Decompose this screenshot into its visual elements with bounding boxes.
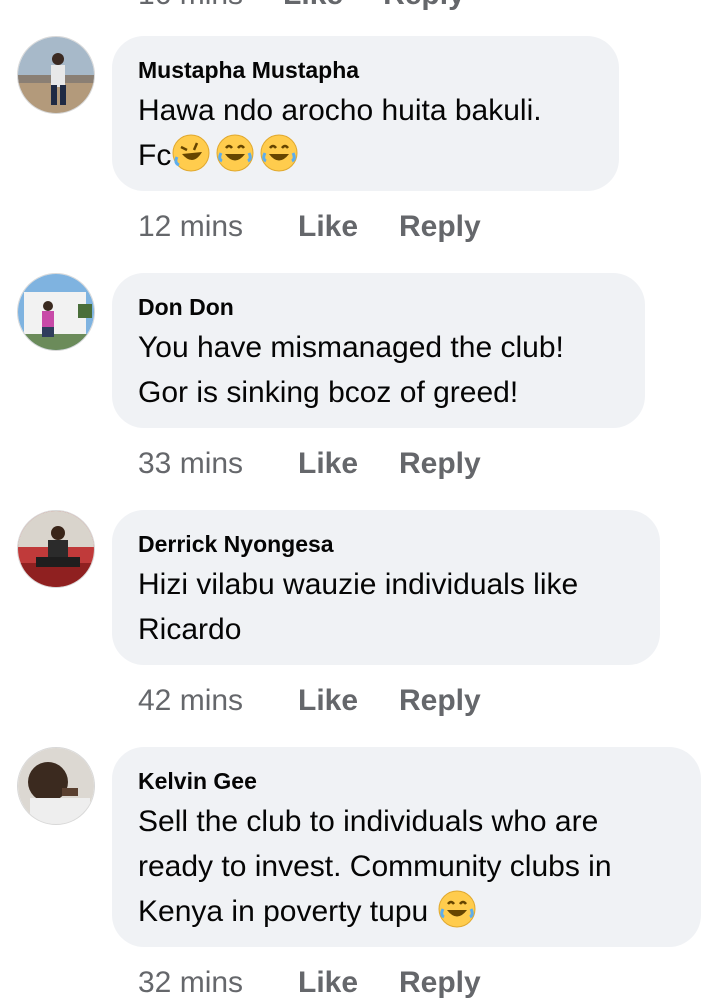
comment-text: Sell the club to individuals who are rea… [138,799,675,934]
like-button[interactable]: Like [298,447,399,481]
avatar[interactable] [17,747,95,825]
comment-text-line: Sell the club to individuals who are [138,805,599,838]
comment-text-line: Hawa ndo arocho huita bakuli. [138,94,542,127]
like-button[interactable]: Like [298,684,399,718]
comment-bubble: Mustapha Mustapha Hawa ndo arocho huita … [112,36,619,191]
tears-of-joy-emoji [438,890,476,928]
comment-text-line: Hizi vilabu wauzie individuals like [138,568,579,601]
avatar-photo [18,748,94,824]
comment-text: You have mismanaged the club! Gor is sin… [138,325,619,415]
avatar-photo [18,37,94,113]
like-button[interactable]: Like [283,0,343,11]
reply-button[interactable]: Reply [383,0,465,11]
tears-of-joy-emoji [216,134,254,172]
comment-text: Hizi vilabu wauzie individuals like Rica… [138,562,634,652]
tears-of-joy-emoji [260,134,298,172]
like-button[interactable]: Like [298,966,399,1000]
avatar[interactable] [17,36,95,114]
comment-author[interactable]: Derrick Nyongesa [138,530,634,558]
comment-time[interactable]: 33 mins [138,447,298,481]
reply-button[interactable]: Reply [399,966,481,1000]
comment-actions: 12 mins Like Reply [138,207,481,247]
comment-time[interactable]: 12 mins [138,210,298,244]
reply-button[interactable]: Reply [399,684,481,718]
reply-button[interactable]: Reply [399,210,481,244]
comment-time: 16 mins [138,0,243,11]
comment-text-line: You have mismanaged the club! [138,331,564,364]
reply-button[interactable]: Reply [399,447,481,481]
comment-time[interactable]: 32 mins [138,966,298,1000]
previous-comment-actions: 16 mins Like Reply [138,0,465,11]
comment-bubble: Don Don You have mismanaged the club! Go… [112,273,645,428]
comment-author[interactable]: Kelvin Gee [138,767,675,795]
comment-bubble: Derrick Nyongesa Hizi vilabu wauzie indi… [112,510,660,665]
avatar-photo [18,511,94,587]
comment-author[interactable]: Don Don [138,293,619,321]
avatar-photo [18,274,94,350]
like-button[interactable]: Like [298,210,399,244]
comment-actions: 32 mins Like Reply [138,963,481,1003]
rolling-on-floor-laughing-emoji [172,134,210,172]
comment-actions: 33 mins Like Reply [138,444,481,484]
avatar[interactable] [17,510,95,588]
comment-text-line: Kenya in poverty tupu [138,895,429,928]
comment-actions: 42 mins Like Reply [138,681,481,721]
comment-text-line: Gor is sinking bcoz of greed! [138,376,519,409]
comment-text-line: Ricardo [138,613,242,646]
comment-time[interactable]: 42 mins [138,684,298,718]
comment-author[interactable]: Mustapha Mustapha [138,56,593,84]
comment-text-line: ready to invest. Community clubs in [138,850,612,883]
comment-bubble: Kelvin Gee Sell the club to individuals … [112,747,701,947]
comment-text-line: Fc [138,139,172,172]
avatar[interactable] [17,273,95,351]
comment-text: Hawa ndo arocho huita bakuli. Fc [138,88,593,178]
